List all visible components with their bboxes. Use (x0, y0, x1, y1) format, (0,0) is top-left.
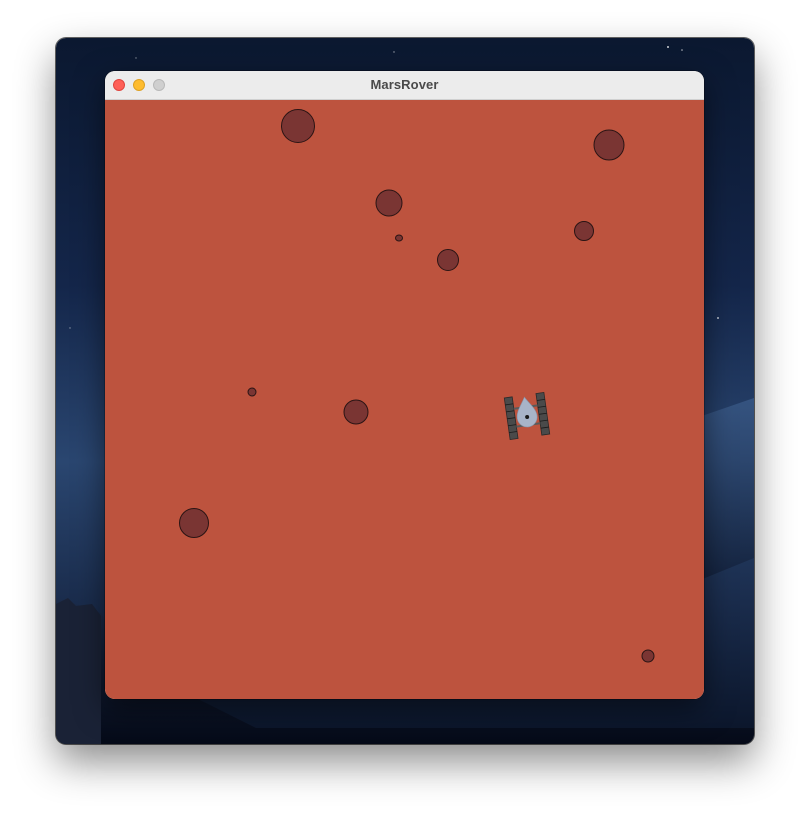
title-bar[interactable]: MarsRover (105, 71, 704, 100)
crater (437, 249, 459, 271)
craters (179, 109, 655, 663)
mars-surface-canvas[interactable] (105, 100, 704, 699)
crater (641, 649, 655, 663)
rover-icon[interactable] (503, 391, 551, 441)
mars-scene (179, 109, 655, 663)
crater (343, 399, 369, 425)
window-title: MarsRover (370, 77, 439, 92)
crater (375, 189, 403, 217)
crater (247, 387, 257, 397)
app-window: MarsRover (105, 71, 704, 699)
crater (574, 221, 594, 241)
crater (395, 234, 403, 242)
crater (593, 129, 625, 161)
crater (281, 109, 315, 143)
crater (179, 508, 209, 538)
